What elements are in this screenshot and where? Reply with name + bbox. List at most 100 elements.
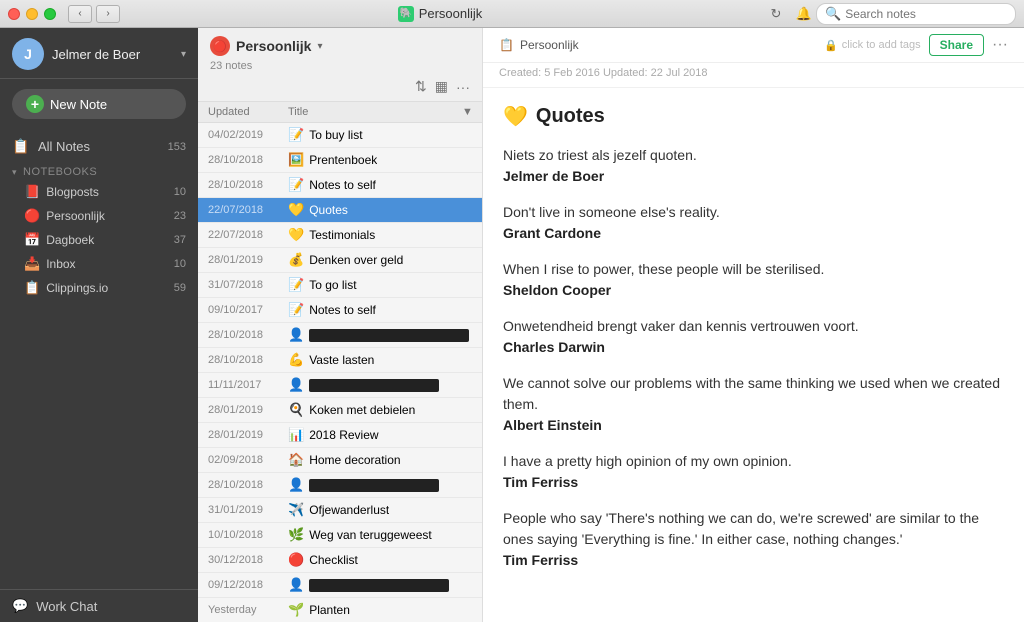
blogposts-icon: 📕 — [24, 184, 40, 200]
notebook-clippings[interactable]: 📋 Clippings.io 59 — [0, 276, 198, 300]
quote-text: Don't live in someone else's reality. — [503, 202, 1004, 223]
sidebar-item-all-notes[interactable]: 📋 All Notes 153 — [0, 133, 198, 160]
note-title-text: Checklist — [309, 553, 358, 567]
note-list-item[interactable]: 09/10/2017📝Notes to self — [198, 298, 482, 323]
note-title-cell: 🌱Planten — [288, 602, 472, 618]
note-list-item[interactable]: 31/07/2018📝To go list — [198, 273, 482, 298]
note-title-text: Planten — [309, 603, 350, 617]
note-emoji: 💛 — [288, 202, 304, 218]
tag-placeholder[interactable]: click to add tags — [842, 39, 921, 51]
sidebar-header: J Jelmer de Boer ▾ — [0, 28, 198, 79]
more-options-button[interactable]: ··· — [456, 79, 470, 95]
quote-block: When I rise to power, these people will … — [503, 259, 1004, 298]
notebook-title-text: Persoonlijk — [236, 38, 311, 54]
note-emoji: 🌿 — [288, 527, 304, 543]
maximize-button[interactable] — [44, 8, 56, 20]
notebook-dagboek-label: Dagboek — [46, 233, 168, 247]
new-note-button[interactable]: + New Note — [12, 89, 186, 119]
persoonlijk-icon: 🔴 — [24, 208, 40, 224]
quote-author: Grant Cardone — [503, 225, 1004, 241]
share-button[interactable]: Share — [929, 34, 984, 56]
note-date: 22/07/2018 — [208, 229, 282, 241]
editor-notebook-name: Persoonlijk — [520, 38, 579, 52]
note-title-redacted — [309, 379, 439, 392]
work-chat-button[interactable]: 💬 Work Chat — [0, 589, 198, 622]
note-list-item[interactable]: 28/10/2018👤 — [198, 323, 482, 348]
note-list-item[interactable]: 28/01/2019🍳Koken met debielen — [198, 398, 482, 423]
note-list-item[interactable]: 10/10/2018🌿Weg van teruggeweest — [198, 523, 482, 548]
notebook-clippings-label: Clippings.io — [46, 281, 168, 295]
notebooks-toggle[interactable]: ▾ — [12, 167, 17, 178]
note-list-item[interactable]: 11/11/2017👤 — [198, 373, 482, 398]
note-emoji: ✈️ — [288, 502, 304, 518]
user-name: Jelmer de Boer — [52, 47, 173, 62]
notebook-title-row: 🔴 Persoonlijk ▾ — [210, 36, 470, 56]
notebook-persoonlijk[interactable]: 🔴 Persoonlijk 23 — [0, 204, 198, 228]
note-list-item[interactable]: 28/01/2019📊2018 Review — [198, 423, 482, 448]
notifications-button[interactable]: 🔔 — [792, 5, 816, 23]
notebook-inbox-count: 10 — [174, 258, 186, 270]
sort-button[interactable]: ⇅ — [415, 78, 427, 95]
note-title-text: To go list — [309, 278, 356, 292]
chevron-down-icon[interactable]: ▾ — [181, 49, 186, 60]
note-emoji: 📊 — [288, 427, 304, 443]
search-input[interactable] — [845, 7, 1007, 21]
all-notes-icon: 📋 — [12, 138, 30, 155]
notebook-dagboek[interactable]: 📅 Dagboek 37 — [0, 228, 198, 252]
note-title-cell: 🍳Koken met debielen — [288, 402, 472, 418]
notebook-blogposts[interactable]: 📕 Blogposts 10 — [0, 180, 198, 204]
close-button[interactable] — [8, 8, 20, 20]
note-list-item[interactable]: 09/12/2018👤 — [198, 573, 482, 598]
note-date: 02/09/2018 — [208, 454, 282, 466]
editor-breadcrumb: 📋 Persoonlijk — [499, 38, 816, 52]
note-meta: Created: 5 Feb 2016 Updated: 22 Jul 2018 — [483, 63, 1024, 88]
notebook-inbox[interactable]: 📥 Inbox 10 — [0, 252, 198, 276]
note-title-text: Home decoration — [309, 453, 400, 467]
note-content[interactable]: 💛 Quotes Niets zo triest als jezelf quot… — [483, 88, 1024, 622]
note-title-redacted — [309, 579, 449, 592]
note-title-cell: 💪Vaste lasten — [288, 352, 472, 368]
minimize-button[interactable] — [26, 8, 38, 20]
quote-block: Niets zo triest als jezelf quoten.Jelmer… — [503, 145, 1004, 184]
note-list-item[interactable]: 02/09/2018🏠Home decoration — [198, 448, 482, 473]
note-title-cell: 🌿Weg van teruggeweest — [288, 527, 472, 543]
note-list-item[interactable]: 22/07/2018💛Quotes — [198, 198, 482, 223]
note-list-item[interactable]: 31/01/2019✈️Ofjewanderlust — [198, 498, 482, 523]
work-chat-icon: 💬 — [12, 598, 28, 614]
notebook-dropdown-icon[interactable]: ▾ — [317, 41, 322, 52]
note-title-emoji: 💛 — [503, 104, 528, 129]
quote-block: Don't live in someone else's reality. Gra… — [503, 202, 1004, 241]
sync-button[interactable]: ↻ — [764, 5, 788, 23]
editor-toolbar: 📋 Persoonlijk 🔒 click to add tags Share … — [483, 28, 1024, 63]
note-title-text: Quotes — [309, 203, 348, 217]
note-date: 28/01/2019 — [208, 429, 282, 441]
quote-text: People who say 'There's nothing we can d… — [503, 508, 1004, 550]
note-list-item[interactable]: 04/02/2019📝To buy list — [198, 123, 482, 148]
note-list-item[interactable]: 28/10/2018📝Notes to self — [198, 173, 482, 198]
note-list-item[interactable]: 22/07/2018 💛Testimonials — [198, 223, 482, 248]
note-title-cell: 👤 — [288, 377, 472, 393]
quote-author: Tim Ferriss — [503, 552, 1004, 568]
note-title-cell: 💰Denken over geld — [288, 252, 472, 268]
dagboek-icon: 📅 — [24, 232, 40, 248]
note-emoji: 📝 — [288, 302, 304, 318]
note-date: 28/10/2018 — [208, 479, 282, 491]
view-toggle-button[interactable]: ▦ — [435, 78, 448, 95]
forward-button[interactable]: › — [96, 5, 120, 23]
editor-more-button[interactable]: ··· — [992, 36, 1008, 54]
note-title-text: Quotes — [536, 105, 605, 128]
note-list-item[interactable]: 28/01/2019💰Denken over geld — [198, 248, 482, 273]
note-list-item[interactable]: 28/10/2018🖼️Prentenboek — [198, 148, 482, 173]
note-list-item[interactable]: Yesterday🌱Planten — [198, 598, 482, 622]
note-list-item[interactable]: 30/12/2018🔴Checklist — [198, 548, 482, 573]
note-list-item[interactable]: 28/10/2018💪Vaste lasten — [198, 348, 482, 373]
note-title-text: Denken over geld — [309, 253, 403, 267]
note-title-cell: 💛Testimonials — [288, 227, 472, 243]
notes-list-toolbar: ⇅ ▦ ··· — [210, 76, 470, 97]
back-button[interactable]: ‹ — [68, 5, 92, 23]
note-title-redacted — [309, 479, 439, 492]
note-title-text: Koken met debielen — [309, 403, 415, 417]
note-list-item[interactable]: 28/10/2018👤 — [198, 473, 482, 498]
column-title: Title — [288, 106, 462, 118]
column-updated: Updated — [208, 106, 288, 118]
